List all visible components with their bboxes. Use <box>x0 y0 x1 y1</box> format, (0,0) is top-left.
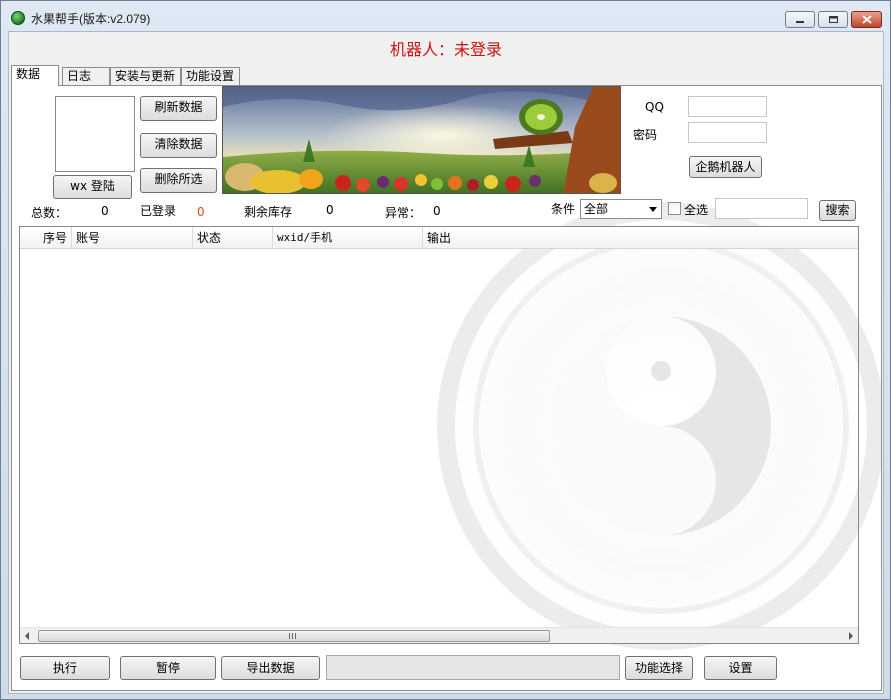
select-all-label[interactable]: 全选 <box>684 201 708 218</box>
tab-install-update[interactable]: 安装与更新 <box>110 67 181 85</box>
settings-button[interactable]: 设置 <box>704 656 777 680</box>
search-input[interactable] <box>715 198 808 219</box>
table-header: 序号 账号 状态 wxid/手机 输出 <box>20 227 858 249</box>
refresh-data-button[interactable]: 刷新数据 <box>140 96 217 121</box>
close-icon <box>861 15 872 24</box>
select-all-checkbox[interactable] <box>668 202 681 215</box>
restore-button[interactable] <box>818 11 848 28</box>
column-header-output[interactable]: 输出 <box>423 227 859 249</box>
password-label: 密码 <box>633 128 658 142</box>
wx-login-button[interactable]: wx 登陆 <box>53 175 132 199</box>
data-panel: wx 登陆 刷新数据 清除数据 删除所选 QQ 密码 企鹅机器人 总数： 0 已… <box>11 85 882 691</box>
horizontal-scrollbar[interactable] <box>20 627 858 643</box>
qq-label: QQ <box>645 100 664 114</box>
total-label: 总数： <box>31 206 68 220</box>
total-value: 0 <box>101 204 109 218</box>
scroll-left-icon[interactable] <box>25 632 29 640</box>
fruit-banner-image <box>222 86 621 194</box>
abnormal-label: 异常： <box>385 206 422 220</box>
clear-data-button[interactable]: 清除数据 <box>140 133 217 158</box>
column-header-account[interactable]: 账号 <box>72 227 193 249</box>
progress-bar <box>326 655 620 680</box>
scroll-right-icon[interactable] <box>849 632 853 640</box>
main-window: 水果帮手(版本:v2.079) 机器人：未登录 数据 日志 安装与更新 功能设置 <box>0 0 891 700</box>
function-select-button[interactable]: 功能选择 <box>625 656 693 680</box>
remaining-stock-label: 剩余库存 <box>244 205 293 219</box>
remaining-stock-value: 0 <box>326 203 334 217</box>
column-header-wxid-phone[interactable]: wxid/手机 <box>273 227 423 249</box>
condition-label: 条件 <box>551 202 576 216</box>
close-button[interactable] <box>851 11 882 28</box>
logged-in-label: 已登录 <box>140 204 177 218</box>
minimize-button[interactable] <box>785 11 815 28</box>
condition-select[interactable]: 全部 <box>580 199 662 219</box>
robot-status: 机器人：未登录 <box>389 40 502 59</box>
minimize-icon <box>796 20 804 23</box>
abnormal-value: 0 <box>433 204 441 218</box>
client-area: 机器人：未登录 数据 日志 安装与更新 功能设置 wx 登陆 刷新数据 清除数据… <box>8 31 884 694</box>
restore-icon <box>828 16 838 23</box>
scrollbar-thumb[interactable] <box>38 630 550 642</box>
logged-in-value: 0 <box>197 205 205 219</box>
grip-icon <box>289 633 296 639</box>
watermelon-app-icon <box>11 11 25 25</box>
tab-function-settings[interactable]: 功能设置 <box>181 67 240 85</box>
delete-selected-button[interactable]: 删除所选 <box>140 168 217 193</box>
accounts-table[interactable]: 序号 账号 状态 wxid/手机 输出 <box>19 226 859 644</box>
pause-button[interactable]: 暂停 <box>120 656 216 680</box>
column-header-status[interactable]: 状态 <box>193 227 273 249</box>
avatar-qr-box <box>55 96 135 172</box>
tab-log[interactable]: 日志 <box>62 67 110 85</box>
chevron-down-icon <box>649 207 657 212</box>
tab-data[interactable]: 数据 <box>11 65 59 86</box>
qq-input[interactable] <box>688 96 767 117</box>
condition-select-value: 全部 <box>584 202 609 216</box>
penguin-robot-button[interactable]: 企鹅机器人 <box>689 156 762 178</box>
execute-button[interactable]: 执行 <box>20 656 110 680</box>
export-data-button[interactable]: 导出数据 <box>221 656 320 680</box>
column-header-index[interactable]: 序号 <box>20 227 72 249</box>
password-input[interactable] <box>688 122 767 143</box>
search-button[interactable]: 搜索 <box>819 200 856 221</box>
window-title: 水果帮手(版本:v2.079) <box>31 12 151 26</box>
title-bar[interactable]: 水果帮手(版本:v2.079) <box>1 1 890 31</box>
